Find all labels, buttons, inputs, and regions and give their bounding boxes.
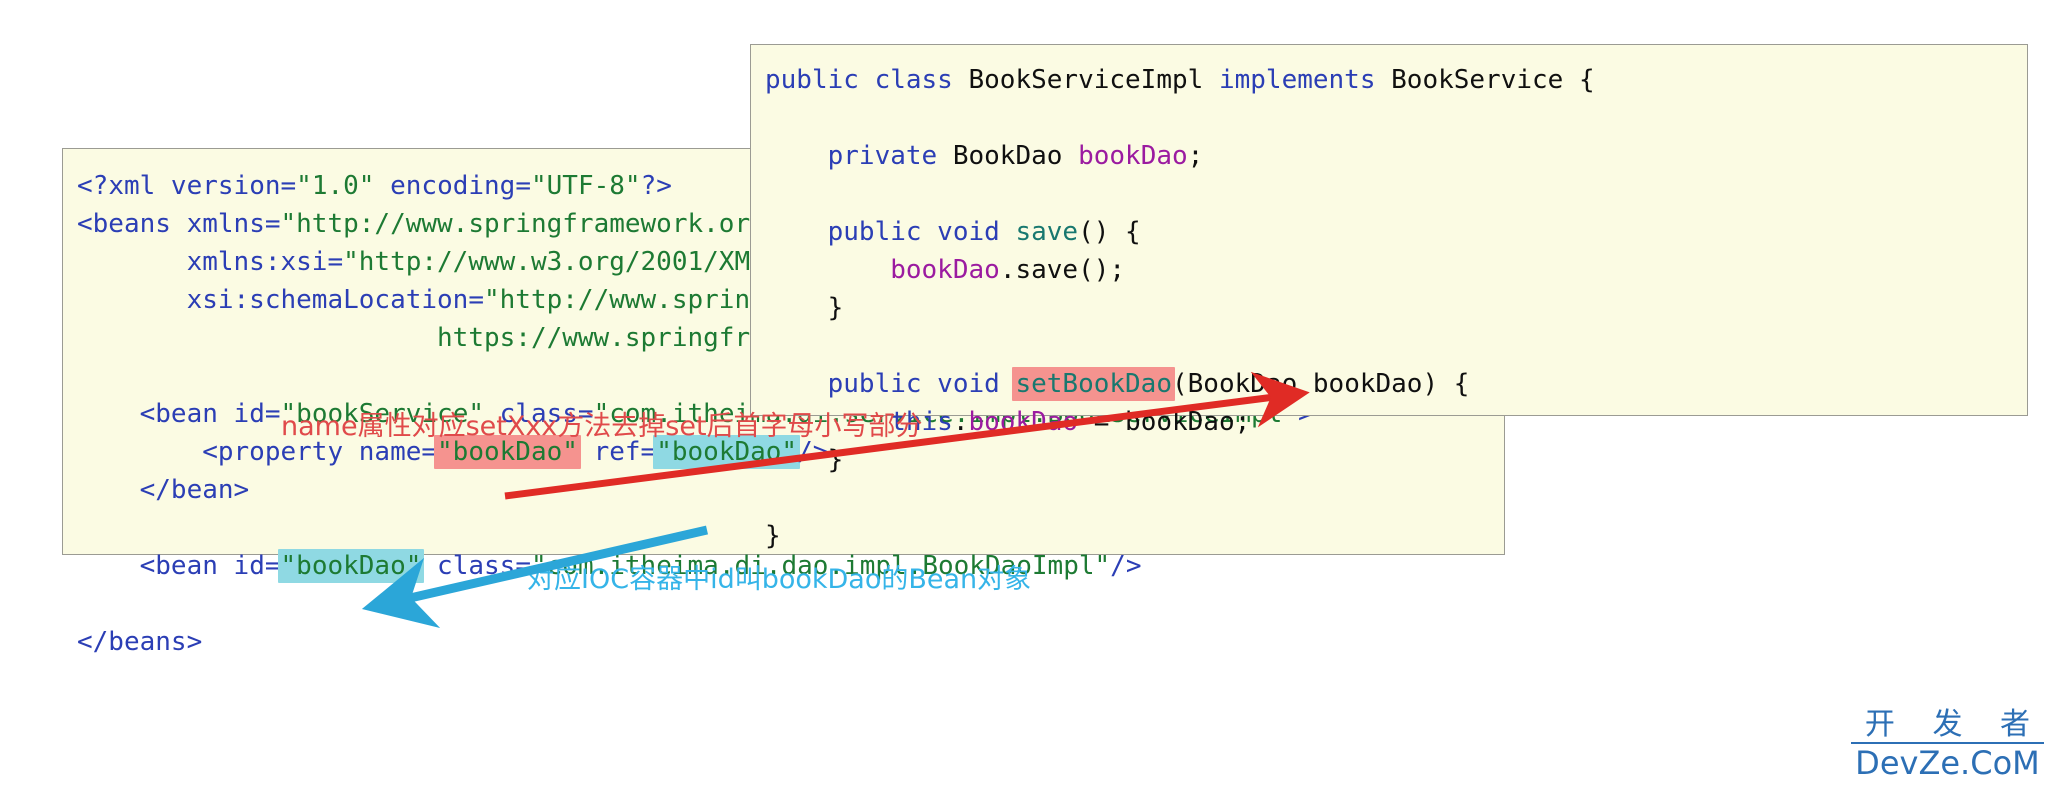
code-token: <beans: [77, 209, 171, 239]
code-line: public void setBookDao(BookDao bookDao) …: [765, 365, 2027, 403]
code-token: <bean: [77, 551, 218, 581]
code-token: ) {: [1422, 369, 1470, 399]
code-token: xmlns:xsi=: [77, 247, 344, 277]
code-token: <bean: [77, 399, 218, 429]
code-line: public void save() {: [765, 213, 2027, 251]
code-highlight-red: setBookDao: [1012, 367, 1175, 401]
code-line: </beans>: [77, 623, 1504, 661]
code-highlight-cyan: "bookDao": [277, 549, 425, 583]
code-token: public void: [765, 217, 1016, 247]
code-token: bookDao: [968, 407, 1079, 437]
code-token: }: [765, 293, 844, 323]
code-token: <?: [77, 171, 109, 201]
code-token: xml: [108, 171, 156, 201]
annotation-ref-bean-note: 对应IOC容器中id叫bookDao的Bean对象: [527, 564, 1032, 595]
code-token: version=: [155, 171, 297, 201]
watermark-chinese: 开 发 者: [1850, 710, 2044, 744]
code-token: </bean>: [77, 475, 250, 505]
code-token: </beans>: [77, 627, 203, 657]
code-token: />: [1110, 551, 1142, 581]
site-watermark: 开 发 者 DevZe.CoM: [1850, 710, 2044, 782]
code-token: id=: [217, 551, 281, 581]
code-token: (: [1172, 369, 1188, 399]
code-token: class=: [421, 551, 531, 581]
code-token: BookServiceImpl: [968, 65, 1219, 95]
code-token: "UTF-8": [531, 171, 641, 201]
code-token: private: [765, 141, 953, 171]
code-line: bookDao.save();: [765, 251, 2027, 289]
code-token: xmlns=: [170, 209, 281, 239]
code-token: ?>: [640, 171, 672, 201]
code-token: public void: [765, 369, 1016, 399]
watermark-latin: DevZe.CoM: [1855, 744, 2040, 782]
code-token: .save();: [999, 255, 1126, 285]
code-token: BookService {: [1391, 65, 1595, 95]
code-token: public class: [765, 65, 969, 95]
code-line: public class BookServiceImpl implements …: [765, 61, 2027, 99]
code-token: id=: [217, 399, 281, 429]
code-token: BookDao bookDao: [1187, 369, 1423, 399]
code-token: }: [765, 521, 781, 551]
code-token: ;: [1187, 141, 1204, 171]
code-token: }: [765, 445, 844, 475]
code-token: bookDao: [1078, 141, 1188, 171]
code-token: "1.0": [296, 171, 375, 201]
code-token: BookDao: [952, 141, 1079, 171]
code-line: }: [765, 441, 2027, 479]
code-token: save: [1015, 217, 1079, 247]
code-token: xsi:schemaLocation=: [77, 285, 484, 315]
code-token: = bookDao;: [1078, 407, 1251, 437]
annotation-name-attribute-note: name属性对应setXxx方法去掉set后首字母小写部分: [281, 411, 923, 442]
code-line: private BookDao bookDao;: [765, 137, 2027, 175]
code-token: () {: [1078, 217, 1141, 247]
code-token: implements: [1218, 65, 1392, 95]
code-token: encoding=: [374, 171, 531, 201]
java-source-panel: public class BookServiceImpl implements …: [750, 44, 2028, 551]
code-line: }: [765, 289, 2027, 327]
code-token: .: [952, 407, 969, 437]
code-line: }: [765, 517, 2027, 555]
code-line: this.bookDao = bookDao;: [765, 403, 2027, 441]
code-token: bookDao: [765, 255, 1000, 285]
